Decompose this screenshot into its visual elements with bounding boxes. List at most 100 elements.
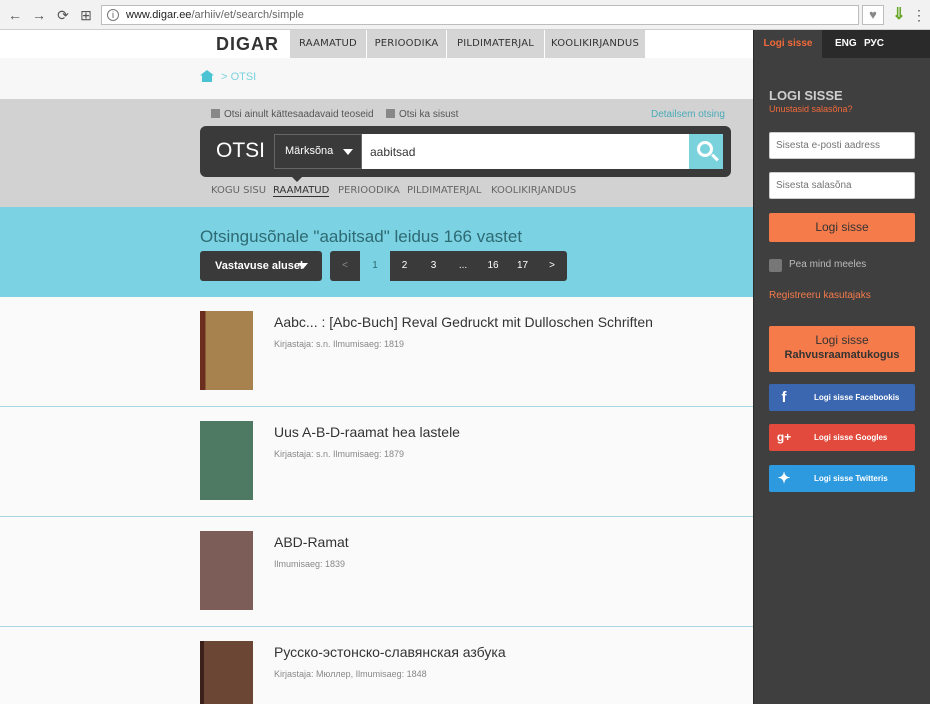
sidebar-top-bar: Logi sisse ENG РУС — [754, 30, 930, 58]
results-count-title: Otsingusõnale "aabitsad" leidus 166 vast… — [200, 227, 523, 246]
pagination: < 1 2 3 ... 16 17 > — [330, 251, 567, 281]
menu-icon[interactable]: ⋮ — [912, 6, 926, 24]
category-perioodika[interactable]: PERIOODIKA — [338, 185, 400, 196]
result-title[interactable]: Uus A-B-D-raamat hea lastele — [274, 424, 460, 440]
result-meta: Kirjastaja: s.n. Ilmumisaeg: 1879 — [274, 449, 405, 459]
result-item[interactable]: Русско-эстонско-славянская азбука Kirjas… — [0, 627, 753, 704]
result-item[interactable]: Uus A-B-D-raamat hea lastele Kirjastaja:… — [0, 407, 753, 517]
top-navigation: DIGAR RAAMATUD PERIOODIKA PILDIMATERJAL … — [0, 30, 753, 58]
breadcrumb-separator: > — [221, 71, 228, 83]
result-title[interactable]: Русско-эстонско-славянская азбука — [274, 644, 506, 660]
results-header: Otsingusõnale "aabitsad" leidus 166 vast… — [0, 207, 753, 297]
pager-page-17[interactable]: 17 — [508, 251, 537, 281]
password-field[interactable] — [769, 172, 915, 199]
option-available-only[interactable]: Otsi ainult kättesaadavaid teoseid — [211, 109, 374, 120]
login-tab[interactable]: Logi sisse — [754, 30, 822, 58]
library-login-line1: Logi sisse — [815, 333, 869, 347]
email-field[interactable] — [769, 132, 915, 159]
apps-grid-icon[interactable]: ⊞ — [77, 6, 95, 24]
reload-icon[interactable]: ⟳ — [54, 6, 72, 24]
sort-label: Vastavuse alusel — [215, 260, 304, 272]
address-bar[interactable]: i www.digar.ee/arhiiv/et/search/simple — [101, 5, 859, 25]
breadcrumb: > OTSI — [200, 70, 256, 83]
login-sidebar: Logi sisse ENG РУС LOGI SISSE Unustasid … — [753, 30, 930, 704]
library-login-button[interactable]: Logi sisse Rahvusraamatukogus — [769, 326, 915, 372]
option-content-label: Otsi ka sisust — [399, 109, 459, 120]
result-meta: Ilmumisaeg: 1839 — [274, 559, 346, 569]
home-icon[interactable] — [200, 70, 214, 82]
facebook-login-label: Logi sisse Facebookis — [814, 393, 900, 402]
lang-rus[interactable]: РУС — [864, 30, 884, 58]
result-meta: Kirjastaja: s.n. Ilmumisaeg: 1819 — [274, 339, 405, 349]
tab-raamatud[interactable]: RAAMATUD — [290, 30, 366, 58]
active-category-pointer — [291, 176, 303, 182]
search-icon — [697, 141, 713, 157]
google-login-label: Logi sisse Googles — [814, 433, 888, 442]
pager-ellipsis: ... — [458, 260, 468, 271]
option-available-label: Otsi ainult kättesaadavaid teoseid — [224, 109, 374, 120]
info-icon: i — [107, 9, 119, 21]
tab-pildimaterjal[interactable]: PILDIMATERJAL — [447, 30, 544, 58]
twitter-bird-icon: ✦ — [777, 470, 791, 487]
breadcrumb-current[interactable]: OTSI — [231, 71, 257, 83]
book-cover-thumbnail[interactable] — [200, 641, 253, 704]
search-button[interactable] — [689, 134, 723, 169]
result-item[interactable]: Aabc... : [Abc-Buch] Reval Gedruckt mit … — [0, 297, 753, 407]
remember-me-checkbox[interactable] — [769, 259, 782, 272]
advanced-search-link[interactable]: Detailsem otsing — [651, 109, 725, 120]
lang-eng[interactable]: ENG — [835, 30, 857, 58]
book-cover-thumbnail[interactable] — [200, 531, 253, 610]
book-cover-thumbnail[interactable] — [200, 421, 253, 500]
download-icon[interactable]: ⇓ — [889, 6, 909, 24]
back-arrow-icon[interactable]: ← — [6, 6, 24, 24]
option-search-content[interactable]: Otsi ka sisust — [386, 109, 458, 120]
site-logo[interactable]: DIGAR — [216, 34, 279, 55]
url-host: www.digar.ee — [126, 9, 192, 21]
search-input[interactable] — [362, 134, 690, 169]
pager-page-2[interactable]: 2 — [390, 251, 419, 281]
forward-arrow-icon[interactable]: → — [30, 6, 48, 24]
login-button[interactable]: Logi sisse — [769, 213, 915, 242]
pager-prev[interactable]: < — [330, 251, 360, 281]
url-path: /arhiiv/et/search/simple — [191, 9, 304, 21]
search-field-select[interactable]: Märksõna — [274, 134, 362, 169]
login-title: LOGI SISSE — [769, 88, 843, 103]
twitter-login-button[interactable]: ✦ Logi sisse Twitteris — [769, 465, 915, 492]
tab-perioodika[interactable]: PERIOODIKA — [367, 30, 446, 58]
category-koolikirjandus[interactable]: KOOLIKIRJANDUS — [491, 185, 576, 196]
library-login-line2: Rahvusraamatukogus — [784, 349, 900, 361]
pager-next[interactable]: > — [537, 251, 567, 281]
result-title[interactable]: Aabc... : [Abc-Buch] Reval Gedruckt mit … — [274, 314, 653, 330]
category-kogu-sisu[interactable]: KOGU SISU — [211, 185, 266, 196]
category-pildimaterjal[interactable]: PILDIMATERJAL — [407, 185, 481, 196]
google-plus-icon: g+ — [776, 430, 792, 444]
search-panel: Otsi ainult kättesaadavaid teoseid Otsi … — [0, 99, 753, 207]
search-label: OTSI — [216, 139, 266, 162]
search-box: OTSI Märksõna — [200, 126, 731, 177]
register-link[interactable]: Registreeru kasutajaks — [769, 290, 871, 301]
chevron-down-icon — [298, 263, 308, 269]
lock-icon — [211, 109, 220, 118]
main-content: DIGAR RAAMATUD PERIOODIKA PILDIMATERJAL … — [0, 30, 753, 704]
remember-me-label: Pea mind meeles — [789, 259, 867, 270]
heart-icon[interactable]: ♥ — [862, 5, 884, 25]
result-meta: Kirjastaja: Мюллер, Ilmumisaeg: 1848 — [274, 669, 427, 679]
twitter-login-label: Logi sisse Twitteris — [814, 474, 888, 483]
chevron-down-icon — [343, 149, 353, 155]
result-title[interactable]: ABD-Ramat — [274, 534, 349, 550]
facebook-login-button[interactable]: f Logi sisse Facebookis — [769, 384, 915, 411]
book-cover-thumbnail[interactable] — [200, 311, 253, 390]
result-item[interactable]: ABD-Ramat Ilmumisaeg: 1839 — [0, 517, 753, 627]
browser-toolbar: ← → ⟳ ⊞ i www.digar.ee/arhiiv/et/search/… — [0, 0, 930, 30]
select-value: Märksõna — [285, 145, 334, 157]
google-login-button[interactable]: g+ Logi sisse Googles — [769, 424, 915, 451]
forgot-password-link[interactable]: Unustasid salasõna? — [769, 104, 853, 114]
book-icon — [386, 109, 395, 118]
pager-page-1[interactable]: 1 — [360, 251, 390, 281]
facebook-icon: f — [781, 389, 787, 406]
pager-page-16[interactable]: 16 — [478, 251, 508, 281]
tab-koolikirjandus[interactable]: KOOLIKIRJANDUS — [545, 30, 645, 58]
pager-page-3[interactable]: 3 — [419, 251, 448, 281]
category-raamatud[interactable]: RAAMATUD — [273, 185, 330, 197]
sort-dropdown[interactable]: Vastavuse alusel — [200, 251, 322, 281]
